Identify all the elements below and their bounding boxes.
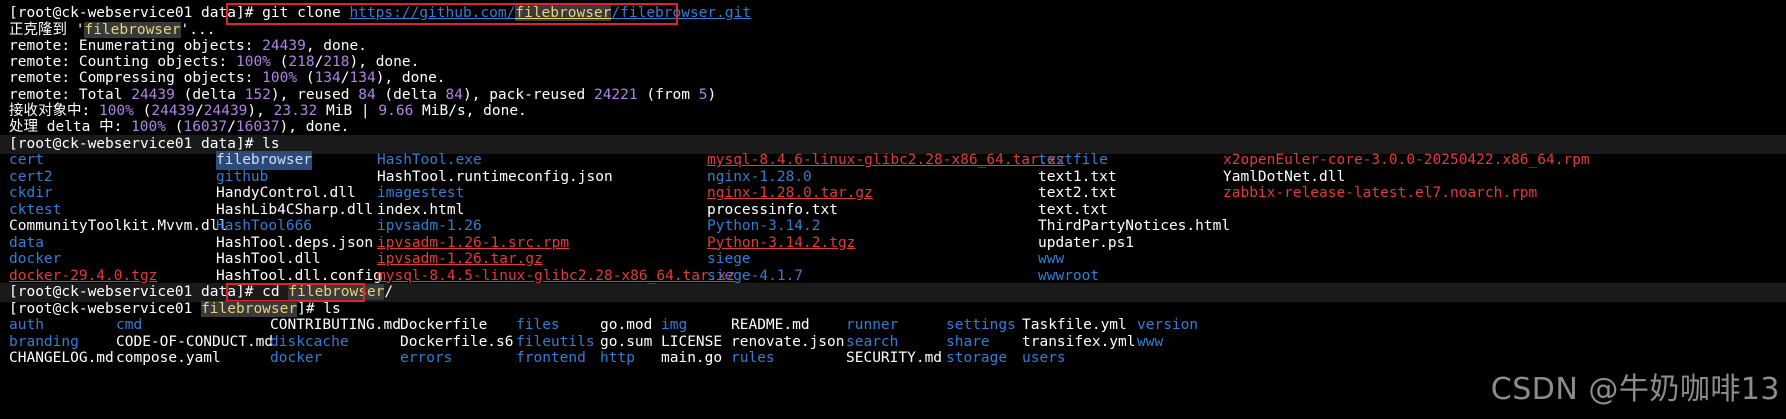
output-text: , done.: [305, 38, 367, 54]
output-text: /: [227, 119, 236, 135]
output-number: 100%: [131, 119, 166, 135]
ls-entry: users: [1022, 350, 1066, 366]
repo-url-part[interactable]: .git: [716, 5, 751, 21]
ls-entry: docker: [270, 350, 323, 366]
ls-entry: frontend: [516, 350, 586, 366]
output-text: (: [297, 70, 315, 86]
output-text: (: [166, 119, 184, 135]
output-text: ), done.: [279, 119, 350, 135]
prompt-dir-selected: filebrowser: [201, 301, 298, 317]
output-text: MiB |: [317, 103, 379, 119]
output-text: ), done.: [349, 54, 420, 70]
output-number: 24439: [151, 103, 196, 119]
ls-entry: storage: [946, 350, 1008, 366]
prompt: [root@ck-webservice01 data]#: [9, 136, 263, 152]
output-text: remote: Enumerating objects:: [9, 38, 263, 54]
output-text: remote: Compressing objects:: [9, 70, 263, 86]
output-number: 24221: [593, 87, 638, 103]
output-number: 134: [349, 70, 376, 86]
ls-entry: SECURITY.md: [846, 350, 943, 366]
output-text: /: [195, 103, 204, 119]
output-text: ),: [247, 103, 274, 119]
output-number: 24439: [131, 87, 175, 103]
output-text: (delta: [174, 87, 245, 103]
output-text: (delta: [375, 87, 446, 103]
prompt: [root@ck-webservice01 data]#: [9, 5, 263, 21]
terminal-window[interactable]: [root@ck-webservice01 data]# git clone h…: [0, 0, 1786, 419]
output-text: (: [270, 54, 289, 70]
ls-entry: CHANGELOG.md: [9, 350, 114, 366]
output-text: MiB/s, done.: [413, 103, 527, 119]
output-number: 24439: [203, 103, 248, 119]
output-text: '...: [180, 22, 216, 38]
output-text: 处理 delta 中:: [9, 119, 132, 135]
ls-entry: main.go: [661, 350, 723, 366]
output-number: 100%: [235, 54, 271, 70]
output-text: (from: [637, 87, 699, 103]
output-number: 218: [323, 54, 350, 70]
prompt: [root@ck-webservice01 data]#: [9, 284, 263, 300]
ls-entry: wwwroot: [1038, 267, 1100, 284]
output-text-selected: filebrowser: [84, 22, 181, 38]
output-text: ), done.: [375, 70, 446, 86]
output-number: 16037: [235, 119, 280, 135]
output-number: 134: [314, 70, 341, 86]
ls-entry: http: [600, 350, 635, 366]
ls-entry: compose.yaml: [116, 350, 221, 366]
prompt: [root@ck-webservice01: [9, 301, 202, 317]
clone-command-highlight-box: [226, 3, 678, 25]
output-text: (: [133, 103, 152, 119]
output-number: 152: [244, 87, 271, 103]
output-number: 24439: [262, 38, 306, 54]
ls-entry: errors: [400, 350, 453, 366]
output-number: 16037: [183, 119, 228, 135]
command-text: ls: [262, 136, 280, 152]
output-number: 84: [358, 87, 376, 103]
output-text: ): [707, 87, 717, 103]
ls-entry: www: [1137, 333, 1164, 350]
output-text: ), pack-reused: [463, 87, 594, 103]
output-number: 218: [288, 54, 315, 70]
ls-entry: rules: [731, 350, 775, 366]
command-text: /: [384, 284, 394, 300]
command-text: ls: [323, 301, 341, 317]
output-text: /: [340, 70, 350, 86]
output-text: 正克隆到 ': [9, 22, 85, 38]
output-number: 9.66: [378, 103, 414, 119]
ls-entry: siege-4.1.7: [707, 267, 804, 284]
prompt: ]#: [297, 301, 324, 317]
ls-entry: mysql-8.4.5-linux-glibc2.28-x86_64.tar.x…: [377, 267, 735, 284]
output-text: remote: Total: [9, 87, 132, 103]
output-text: ), reused: [270, 87, 359, 103]
output-text: 接收对象中:: [9, 103, 99, 119]
output-number: 23.32: [273, 103, 318, 119]
ls-entry: zabbix-release-latest.el7.noarch.rpm: [1223, 185, 1538, 201]
output-text: /: [314, 54, 324, 70]
output-number: 100%: [98, 103, 134, 119]
csdn-watermark: CSDN @牛奶咖啡13: [1490, 372, 1780, 407]
output-number: 100%: [262, 70, 298, 86]
output-text: remote: Counting objects:: [9, 54, 236, 70]
output-number: 84: [445, 87, 464, 103]
